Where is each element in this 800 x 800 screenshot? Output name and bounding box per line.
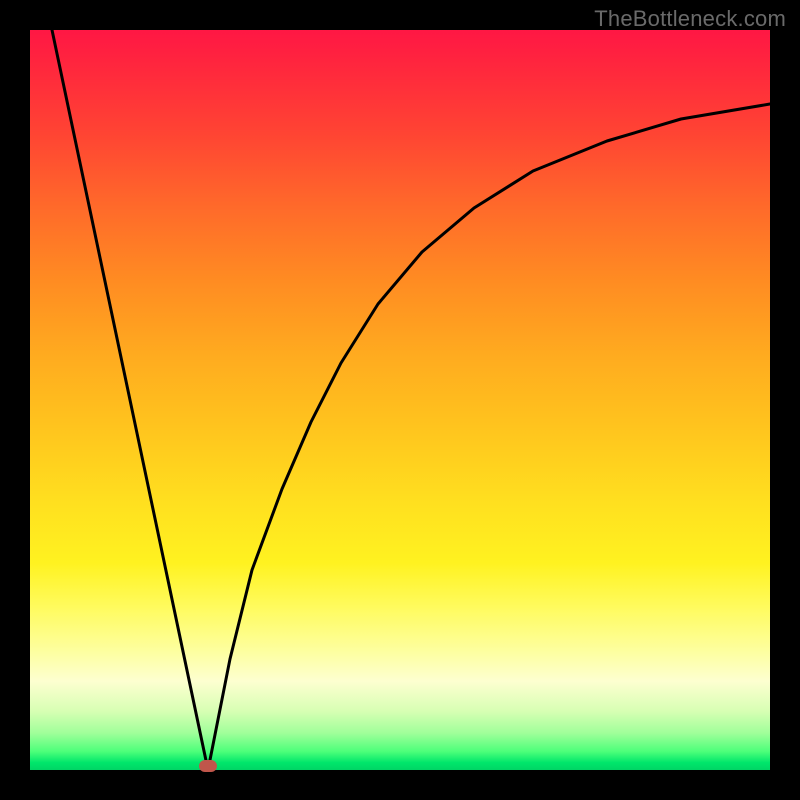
bottleneck-curve — [52, 30, 770, 770]
curve-layer — [30, 30, 770, 770]
attribution-text: TheBottleneck.com — [594, 6, 786, 32]
optimum-marker — [199, 760, 217, 772]
chart-stage: TheBottleneck.com — [0, 0, 800, 800]
